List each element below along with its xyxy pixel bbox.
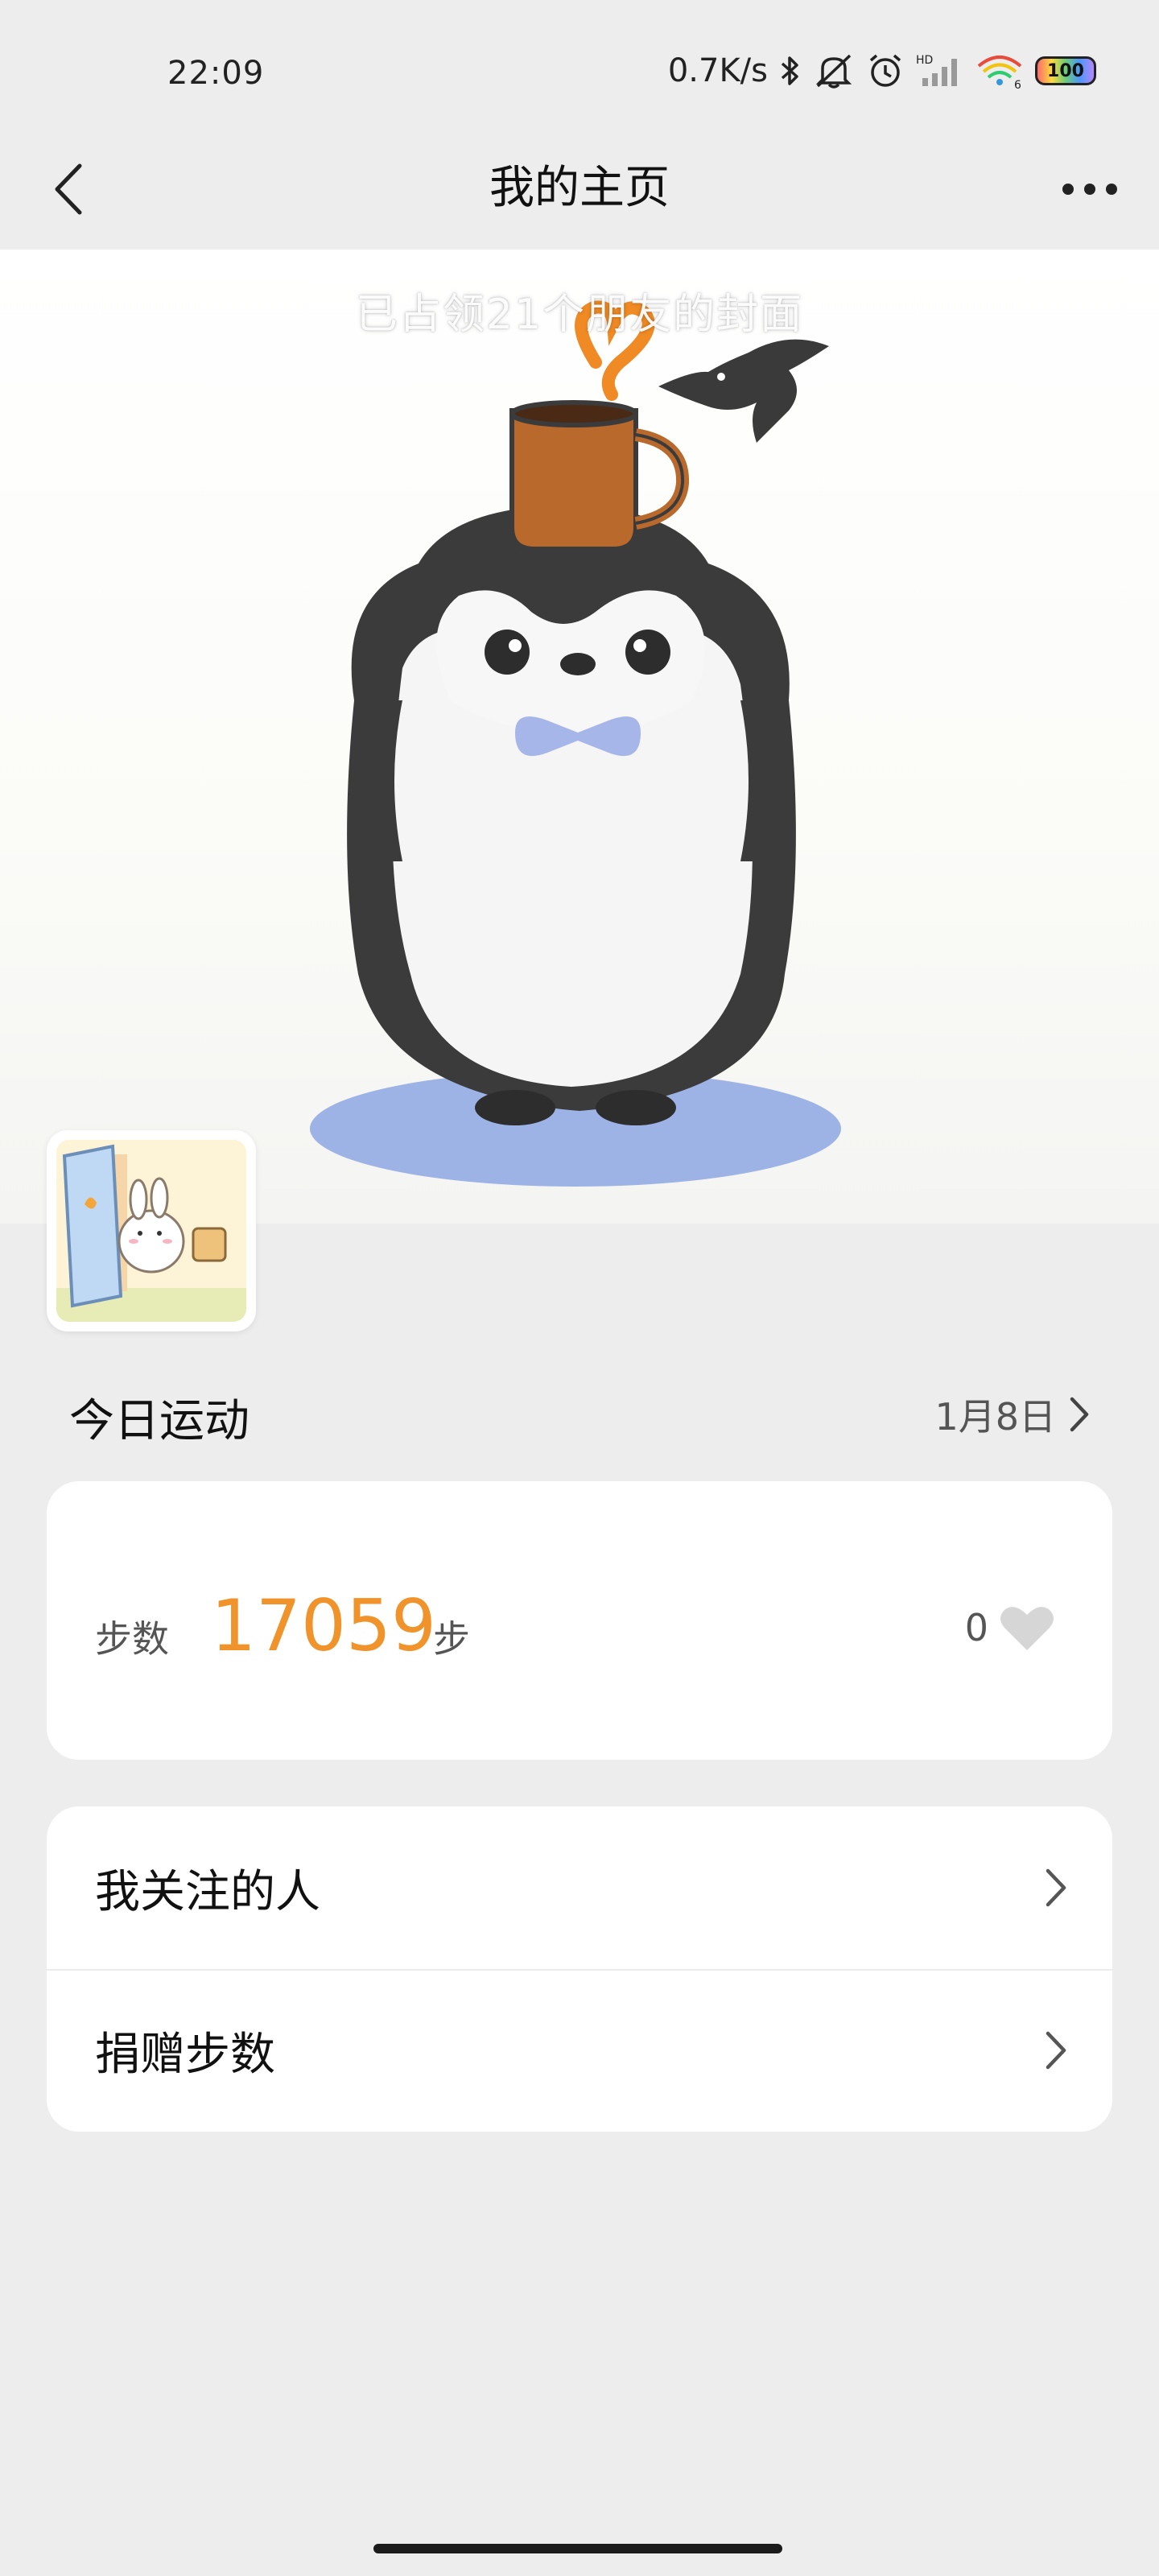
network-speed: 0.7K/s <box>667 52 768 89</box>
cover-image[interactable]: 已占领21个朋友的封面 <box>0 250 1159 1224</box>
like-count: 0 <box>964 1606 988 1649</box>
menu-item-following[interactable]: 我关注的人 <box>47 1806 1112 1969</box>
status-icons: 0.7K/s HD 6 100 <box>668 52 1096 90</box>
cell-signal-icon: HD <box>916 52 964 89</box>
like-button[interactable]: 0 <box>965 1604 1054 1652</box>
menu-item-donate-steps[interactable]: 捐赠步数 <box>47 1969 1112 2132</box>
steps-card[interactable]: 步数 17059 步 0 <box>47 1481 1112 1760</box>
cover-caption: 已占领21个朋友的封面 <box>355 291 804 339</box>
today-exercise-header: 今日运动 1月8日 <box>0 1373 1159 1454</box>
home-indicator[interactable] <box>373 2544 782 2553</box>
heart-icon <box>1000 1607 1054 1650</box>
bunny-door-illustration <box>56 1140 246 1322</box>
nav-bar: 我的主页 <box>0 129 1159 250</box>
status-time: 22:09 <box>167 55 265 92</box>
wifi-icon: 6 <box>975 52 1024 90</box>
section-title: 今日运动 <box>69 1395 250 1447</box>
date-selector[interactable]: 1月8日 <box>934 1388 1090 1441</box>
chevron-right-icon <box>1070 1397 1089 1432</box>
alarm-icon <box>866 52 905 89</box>
status-bar: 22:09 0.7K/s HD 6 100 <box>0 0 1159 129</box>
chevron-right-icon <box>1046 1868 1066 1907</box>
chevron-right-icon <box>1046 2031 1066 2070</box>
svg-text:HD: HD <box>916 54 933 67</box>
page-title: 我的主页 <box>489 162 670 214</box>
steps-unit: 步 <box>433 1617 470 1661</box>
steps-label: 步数 <box>95 1617 169 1661</box>
more-button[interactable] <box>1050 153 1130 225</box>
battery-icon: 100 <box>1035 56 1096 85</box>
bluetooth-icon <box>779 54 802 88</box>
mute-icon <box>813 52 855 89</box>
date-label: 1月8日 <box>934 1395 1056 1439</box>
menu-card: 我关注的人 捐赠步数 <box>47 1806 1112 2132</box>
menu-item-label: 我关注的人 <box>95 1865 320 1918</box>
penguin-illustration <box>310 300 841 1187</box>
menu-item-label: 捐赠步数 <box>95 2028 275 2081</box>
avatar[interactable] <box>47 1130 256 1331</box>
bird-icon <box>658 339 829 443</box>
svg-text:6: 6 <box>1014 79 1021 90</box>
steps-value: 17059 <box>211 1584 436 1667</box>
more-dots-icon <box>1062 184 1117 195</box>
